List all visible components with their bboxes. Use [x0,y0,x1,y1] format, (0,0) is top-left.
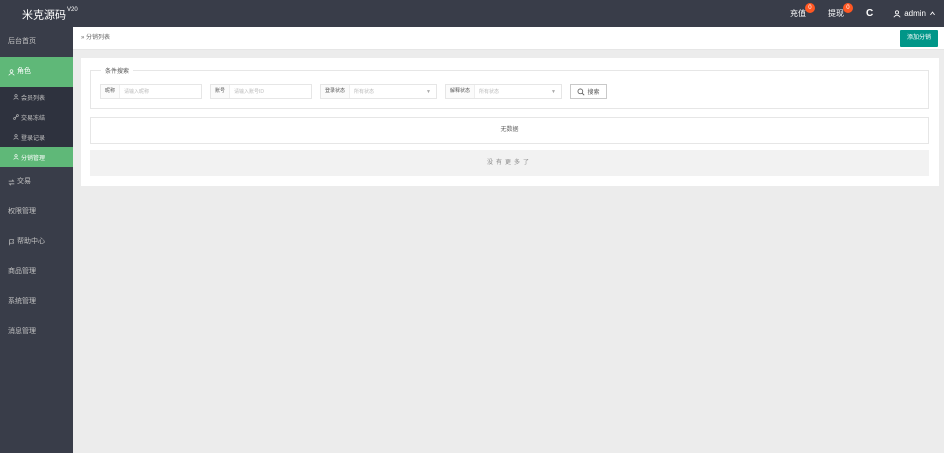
breadcrumb-current: 分销列表 [86,35,111,41]
user-icon [8,68,15,76]
sidebar-subitem-label: 会员列表 [21,95,46,102]
data-table: 无数据 [90,117,929,144]
sidebar-item-message[interactable]: 消息管理 [0,317,73,347]
sidebar-item-label: 帮助中心 [17,238,45,245]
sidebar-subitem-label: 交易冻结 [21,115,46,122]
sidebar: 后台首页 角色 会员列表 交易冻结 登录记录 分销管理 交易 权限管理 帮助中心… [0,27,73,453]
sidebar-subitem-label: 分销管理 [21,155,46,162]
sidebar-item-label: 权限管理 [8,208,36,215]
recharge-button[interactable]: 充值 0 [789,0,815,27]
explain-status-value: 所有状态 [479,89,500,95]
withdraw-label: 提现 [827,9,844,18]
field-label: 解释状态 [446,85,476,98]
sidebar-subitem-freeze[interactable]: 交易冻结 [0,107,73,127]
sidebar-item-label: 交易 [17,178,31,185]
logo[interactable]: 米克源码V20 [0,0,78,27]
nickname-field[interactable]: 昵称 请输入昵称 [100,84,202,99]
withdraw-badge: 0 [842,3,853,13]
breadcrumb-bar: » 分销列表 添加分销 [73,27,944,50]
sidebar-item-help[interactable]: 帮助中心 [0,227,73,257]
sidebar-subitem-login-log[interactable]: 登录记录 [0,127,73,147]
empty-text: 无数据 [500,127,519,133]
sidebar-item-trade[interactable]: 交易 [0,167,73,197]
exchange-icon [8,178,15,186]
link-icon [13,114,19,120]
flag-icon [9,238,15,245]
account-field[interactable]: 账号 请输入账号ID [210,84,312,99]
sidebar-item-system[interactable]: 系统管理 [0,287,73,317]
chevron-down-icon: ▼ [551,88,556,95]
withdraw-button[interactable]: 提现 0 [827,0,853,27]
add-distribution-button[interactable]: 添加分销 [899,30,938,47]
field-label: 登录状态 [321,85,351,98]
main-panel: 条件搜索 昵称 请输入昵称 账号 请输入账号ID 登录状态 所有状态 ▼ 解释状… [81,58,939,186]
user-icon [893,9,901,17]
chevron-down-icon: ▼ [426,88,431,95]
top-bar: 米克源码V20 充值 0 提现 0 C admin [0,0,944,27]
sidebar-item-label: 商品管理 [8,268,36,275]
search-row: 昵称 请输入昵称 账号 请输入账号ID 登录状态 所有状态 ▼ 解释状态 所有状… [100,84,607,99]
search-fieldset: 条件搜索 昵称 请输入昵称 账号 请输入账号ID 登录状态 所有状态 ▼ 解释状… [90,66,929,109]
distribution-icon [13,154,19,160]
logo-text: 米克源码 [22,9,66,22]
logo-version: V20 [67,7,78,13]
sidebar-item-label: 后台首页 [8,38,36,45]
sidebar-item-home[interactable]: 后台首页 [0,27,73,57]
sidebar-item-label: 消息管理 [8,328,36,335]
account-input[interactable]: 请输入账号ID [230,88,264,95]
login-status-select[interactable]: 登录状态 所有状态 ▼ [320,84,437,99]
field-label: 昵称 [101,85,121,98]
breadcrumb-separator: » [81,35,85,41]
search-button[interactable]: 搜索 [570,84,607,99]
chevron-up-icon [930,11,935,16]
user-name: admin [904,9,926,18]
sidebar-subitem-distribution[interactable]: 分销管理 [0,147,73,167]
sidebar-item-permission[interactable]: 权限管理 [0,197,73,227]
search-legend: 条件搜索 [101,66,134,75]
user-menu[interactable]: admin [893,9,936,18]
sidebar-subitem-label: 登录记录 [21,135,46,142]
search-button-label: 搜索 [587,90,600,96]
search-icon [578,88,585,95]
explain-status-select[interactable]: 解释状态 所有状态 ▼ [445,84,562,99]
login-status-value: 所有状态 [354,89,375,95]
sidebar-item-role[interactable]: 角色 [0,57,73,87]
recharge-label: 充值 [789,9,806,18]
refresh-icon[interactable]: C [866,8,873,19]
sidebar-item-goods[interactable]: 商品管理 [0,257,73,287]
top-right-actions: 充值 0 提现 0 C admin [790,0,944,27]
field-label: 账号 [211,85,231,98]
user-icon [13,134,19,140]
sidebar-subitem-members[interactable]: 会员列表 [0,87,73,107]
no-more-footer: 没有更多了 [90,150,929,176]
user-icon [13,94,19,100]
sidebar-item-label: 系统管理 [8,298,36,305]
recharge-badge: 0 [804,3,815,13]
nickname-input[interactable]: 请输入昵称 [120,88,149,95]
breadcrumb: » 分销列表 [81,27,110,50]
sidebar-item-label: 角色 [17,68,31,75]
